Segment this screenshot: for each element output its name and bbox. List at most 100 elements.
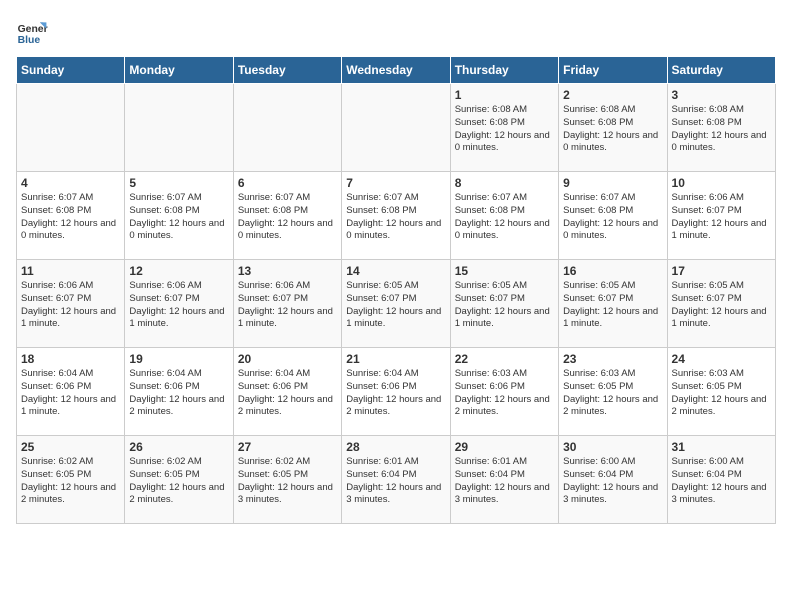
day-number: 22 xyxy=(455,352,554,366)
calendar-cell xyxy=(233,84,341,172)
col-tuesday: Tuesday xyxy=(233,57,341,84)
calendar-week-4: 18 Sunrise: 6:04 AM Sunset: 6:06 PM Dayli… xyxy=(17,348,776,436)
day-info: Sunrise: 6:00 AM Sunset: 6:04 PM Dayligh… xyxy=(563,456,662,507)
day-number: 2 xyxy=(563,88,662,102)
day-info: Sunrise: 6:02 AM Sunset: 6:05 PM Dayligh… xyxy=(238,456,337,507)
col-wednesday: Wednesday xyxy=(342,57,450,84)
day-number: 18 xyxy=(21,352,120,366)
calendar-cell xyxy=(17,84,125,172)
calendar-cell xyxy=(125,84,233,172)
day-number: 8 xyxy=(455,176,554,190)
day-number: 15 xyxy=(455,264,554,278)
calendar-week-2: 4 Sunrise: 6:07 AM Sunset: 6:08 PM Daylig… xyxy=(17,172,776,260)
day-info: Sunrise: 6:07 AM Sunset: 6:08 PM Dayligh… xyxy=(563,192,662,243)
calendar-cell: 10Sunrise: 6:06 AM Sunset: 6:07 PM Dayli… xyxy=(667,172,775,260)
calendar-cell: 23 Sunrise: 6:03 AM Sunset: 6:05 PM Dayli… xyxy=(559,348,667,436)
calendar-cell: 7 Sunrise: 6:07 AM Sunset: 6:08 PM Daylig… xyxy=(342,172,450,260)
day-info: Sunrise: 6:04 AM Sunset: 6:06 PM Dayligh… xyxy=(238,368,337,419)
day-number: 20 xyxy=(238,352,337,366)
calendar-week-5: 25 Sunrise: 6:02 AM Sunset: 6:05 PM Dayli… xyxy=(17,436,776,524)
day-info: Sunrise: 6:06 AM Sunset: 6:07 PM Dayligh… xyxy=(21,280,120,331)
col-thursday: Thursday xyxy=(450,57,558,84)
day-info: Sunrise: 6:07 AM Sunset: 6:08 PM Dayligh… xyxy=(21,192,120,243)
day-number: 3 xyxy=(672,88,771,102)
day-number: 5 xyxy=(129,176,228,190)
calendar-cell: 14Sunrise: 6:05 AM Sunset: 6:07 PM Dayli… xyxy=(342,260,450,348)
day-info: Sunrise: 6:07 AM Sunset: 6:08 PM Dayligh… xyxy=(455,192,554,243)
day-info: Sunrise: 6:04 AM Sunset: 6:06 PM Dayligh… xyxy=(21,368,120,419)
calendar-cell: 17Sunrise: 6:05 AM Sunset: 6:07 PM Dayli… xyxy=(667,260,775,348)
calendar-cell: 19 Sunrise: 6:04 AM Sunset: 6:06 PM Dayli… xyxy=(125,348,233,436)
calendar-cell: 22Sunrise: 6:03 AM Sunset: 6:06 PM Dayli… xyxy=(450,348,558,436)
day-number: 13 xyxy=(238,264,337,278)
calendar-cell: 16 Sunrise: 6:05 AM Sunset: 6:07 PM Dayli… xyxy=(559,260,667,348)
day-info: Sunrise: 6:02 AM Sunset: 6:05 PM Dayligh… xyxy=(21,456,120,507)
col-monday: Monday xyxy=(125,57,233,84)
calendar-cell: 28 Sunrise: 6:01 AM Sunset: 6:04 PM Dayli… xyxy=(342,436,450,524)
day-info: Sunrise: 6:08 AM Sunset: 6:08 PM Dayligh… xyxy=(455,104,554,155)
day-number: 27 xyxy=(238,440,337,454)
day-number: 25 xyxy=(21,440,120,454)
calendar-cell: 5 Sunrise: 6:07 AM Sunset: 6:08 PM Daylig… xyxy=(125,172,233,260)
day-info: Sunrise: 6:06 AM Sunset: 6:07 PM Dayligh… xyxy=(672,192,771,243)
day-info: Sunrise: 6:07 AM Sunset: 6:08 PM Dayligh… xyxy=(129,192,228,243)
calendar-cell: 30 Sunrise: 6:00 AM Sunset: 6:04 PM Dayli… xyxy=(559,436,667,524)
calendar-cell: 9Sunrise: 6:07 AM Sunset: 6:08 PM Daylig… xyxy=(559,172,667,260)
calendar-cell: 11 Sunrise: 6:06 AM Sunset: 6:07 PM Dayli… xyxy=(17,260,125,348)
calendar-cell: 26 Sunrise: 6:02 AM Sunset: 6:05 PM Dayli… xyxy=(125,436,233,524)
day-number: 28 xyxy=(346,440,445,454)
day-number: 30 xyxy=(563,440,662,454)
calendar-table: Sunday Monday Tuesday Wednesday Thursday… xyxy=(16,56,776,524)
calendar-cell xyxy=(342,84,450,172)
day-info: Sunrise: 6:01 AM Sunset: 6:04 PM Dayligh… xyxy=(455,456,554,507)
col-friday: Friday xyxy=(559,57,667,84)
day-info: Sunrise: 6:02 AM Sunset: 6:05 PM Dayligh… xyxy=(129,456,228,507)
day-info: Sunrise: 6:00 AM Sunset: 6:04 PM Dayligh… xyxy=(672,456,771,507)
col-saturday: Saturday xyxy=(667,57,775,84)
calendar-cell: 29Sunrise: 6:01 AM Sunset: 6:04 PM Dayli… xyxy=(450,436,558,524)
day-info: Sunrise: 6:08 AM Sunset: 6:08 PM Dayligh… xyxy=(672,104,771,155)
calendar-cell: 27 Sunrise: 6:02 AM Sunset: 6:05 PM Dayli… xyxy=(233,436,341,524)
calendar-cell: 21 Sunrise: 6:04 AM Sunset: 6:06 PM Dayli… xyxy=(342,348,450,436)
day-number: 21 xyxy=(346,352,445,366)
day-info: Sunrise: 6:01 AM Sunset: 6:04 PM Dayligh… xyxy=(346,456,445,507)
day-number: 11 xyxy=(21,264,120,278)
day-info: Sunrise: 6:04 AM Sunset: 6:06 PM Dayligh… xyxy=(129,368,228,419)
calendar-cell: 4 Sunrise: 6:07 AM Sunset: 6:08 PM Daylig… xyxy=(17,172,125,260)
day-number: 24 xyxy=(672,352,771,366)
day-number: 4 xyxy=(21,176,120,190)
calendar-week-1: 1 Sunrise: 6:08 AM Sunset: 6:08 PM Daylig… xyxy=(17,84,776,172)
calendar-cell: 3 Sunrise: 6:08 AM Sunset: 6:08 PM Daylig… xyxy=(667,84,775,172)
day-number: 26 xyxy=(129,440,228,454)
day-number: 7 xyxy=(346,176,445,190)
day-info: Sunrise: 6:06 AM Sunset: 6:07 PM Dayligh… xyxy=(129,280,228,331)
calendar-cell: 20 Sunrise: 6:04 AM Sunset: 6:06 PM Dayli… xyxy=(233,348,341,436)
day-info: Sunrise: 6:06 AM Sunset: 6:07 PM Dayligh… xyxy=(238,280,337,331)
day-info: Sunrise: 6:03 AM Sunset: 6:05 PM Dayligh… xyxy=(672,368,771,419)
calendar-cell: 12Sunrise: 6:06 AM Sunset: 6:07 PM Dayli… xyxy=(125,260,233,348)
day-number: 6 xyxy=(238,176,337,190)
header-row: Sunday Monday Tuesday Wednesday Thursday… xyxy=(17,57,776,84)
day-info: Sunrise: 6:05 AM Sunset: 6:07 PM Dayligh… xyxy=(672,280,771,331)
calendar-cell: 1 Sunrise: 6:08 AM Sunset: 6:08 PM Daylig… xyxy=(450,84,558,172)
calendar-cell: 15Sunrise: 6:05 AM Sunset: 6:07 PM Dayli… xyxy=(450,260,558,348)
day-info: Sunrise: 6:07 AM Sunset: 6:08 PM Dayligh… xyxy=(346,192,445,243)
calendar-week-3: 11 Sunrise: 6:06 AM Sunset: 6:07 PM Dayli… xyxy=(17,260,776,348)
day-info: Sunrise: 6:08 AM Sunset: 6:08 PM Dayligh… xyxy=(563,104,662,155)
logo: General Blue xyxy=(16,16,48,48)
svg-text:Blue: Blue xyxy=(18,35,41,46)
calendar-cell: 31 Sunrise: 6:00 AM Sunset: 6:04 PM Dayli… xyxy=(667,436,775,524)
day-number: 23 xyxy=(563,352,662,366)
col-sunday: Sunday xyxy=(17,57,125,84)
logo-icon: General Blue xyxy=(16,16,48,48)
calendar-cell: 6Sunrise: 6:07 AM Sunset: 6:08 PM Daylig… xyxy=(233,172,341,260)
day-info: Sunrise: 6:03 AM Sunset: 6:05 PM Dayligh… xyxy=(563,368,662,419)
day-info: Sunrise: 6:04 AM Sunset: 6:06 PM Dayligh… xyxy=(346,368,445,419)
day-number: 1 xyxy=(455,88,554,102)
day-number: 16 xyxy=(563,264,662,278)
day-number: 31 xyxy=(672,440,771,454)
day-number: 14 xyxy=(346,264,445,278)
calendar-cell: 25 Sunrise: 6:02 AM Sunset: 6:05 PM Dayli… xyxy=(17,436,125,524)
day-info: Sunrise: 6:05 AM Sunset: 6:07 PM Dayligh… xyxy=(563,280,662,331)
day-number: 19 xyxy=(129,352,228,366)
